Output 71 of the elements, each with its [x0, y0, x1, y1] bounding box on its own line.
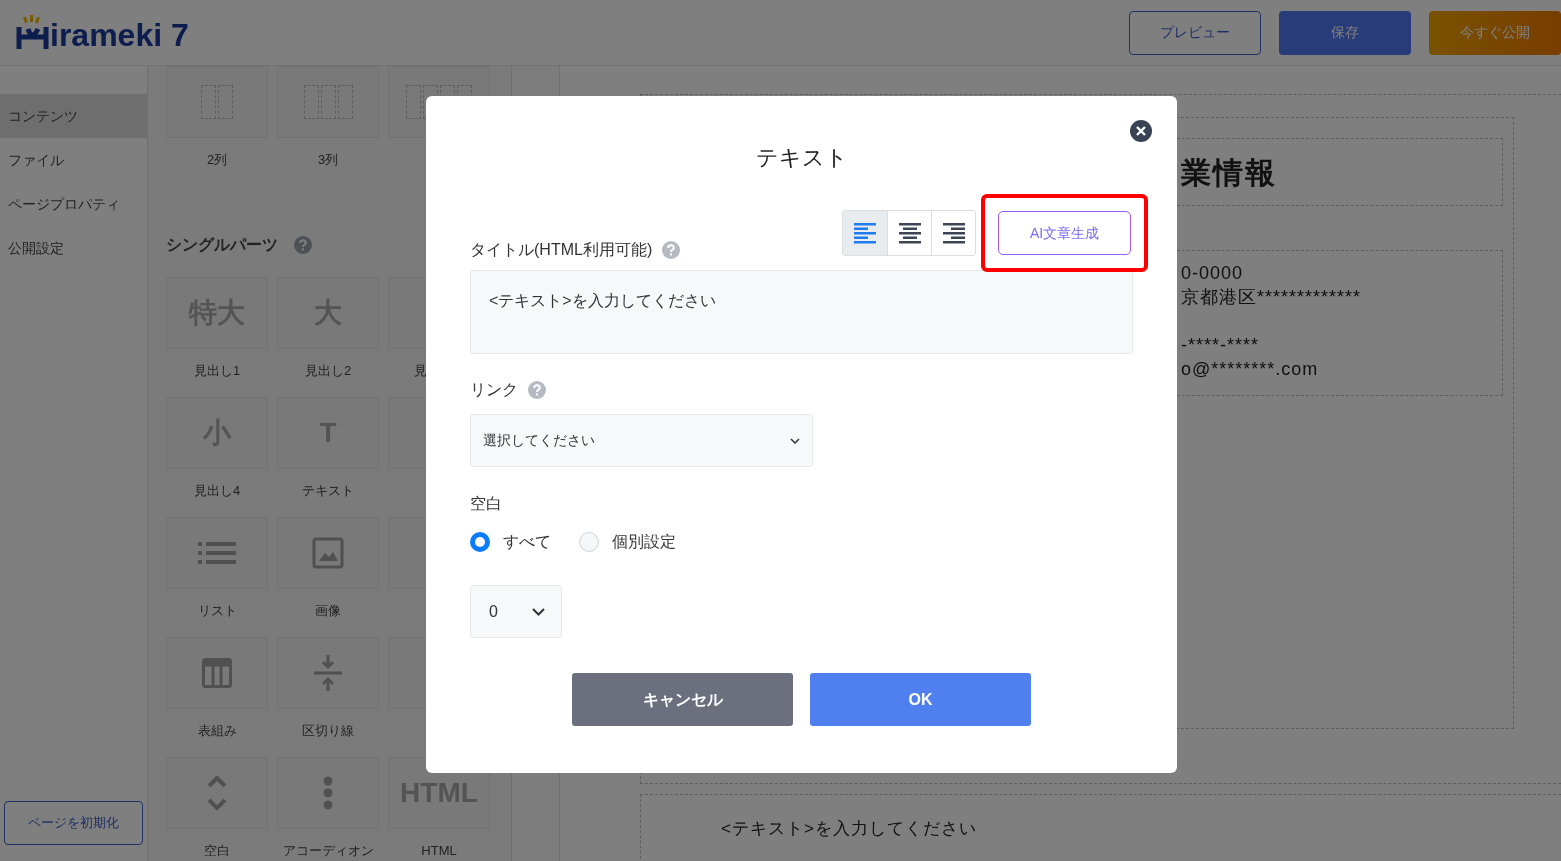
help-icon[interactable] — [528, 381, 546, 399]
field-label: リンク — [470, 380, 518, 400]
chevron-down-icon — [790, 437, 800, 444]
sidebar-item[interactable]: コンテンツ — [0, 94, 147, 138]
chevron-down-icon — [532, 607, 545, 616]
column-layout-icon — [201, 85, 233, 119]
cancel-button[interactable]: キャンセル — [572, 673, 793, 726]
layout-tile[interactable] — [166, 66, 268, 138]
tile-label: テキスト — [302, 481, 354, 500]
part-tile[interactable] — [277, 756, 379, 829]
tile-label: 2列 — [206, 151, 228, 169]
align-left-icon — [854, 222, 876, 244]
contact-line: o@********.com — [1181, 358, 1320, 381]
column-layout-icon — [303, 85, 353, 119]
radio-label: 個別設定 — [612, 532, 676, 552]
select-value: 0 — [489, 601, 498, 622]
dialog-title: テキスト — [754, 144, 849, 172]
header-button[interactable]: プレビュー — [1129, 10, 1261, 55]
tile-label: HTML — [421, 841, 457, 860]
close-icon — [1136, 126, 1146, 136]
tile-label: 表組み — [197, 721, 237, 740]
header-button[interactable]: 保存 — [1279, 10, 1411, 55]
tile-label: 見出し2 — [304, 361, 352, 380]
align-center-icon — [898, 222, 921, 244]
align-button[interactable] — [931, 211, 975, 255]
list-icon — [198, 541, 236, 564]
radio-button[interactable] — [470, 532, 490, 552]
field-label: 空白 — [470, 494, 503, 514]
text-block-text: <テキスト>を入力してください — [721, 818, 977, 841]
part-tile[interactable] — [277, 636, 379, 709]
tile-label: 見出し1 — [193, 361, 241, 380]
align-right-icon — [942, 222, 965, 244]
logo-mark-icon — [16, 14, 50, 51]
link-select[interactable]: 選択してください — [470, 414, 813, 467]
layout-tile[interactable] — [277, 66, 379, 138]
contact-line: -****-**** — [1181, 334, 1261, 357]
address-line: 0-0000 — [1181, 262, 1245, 285]
tile-label: アコーディオン — [282, 841, 374, 860]
tile-label: 区切り線 — [302, 721, 354, 740]
title-input[interactable]: <テキスト>を入力してください — [470, 270, 1133, 354]
tile-label: 画像 — [315, 601, 341, 620]
part-tile[interactable] — [277, 516, 379, 589]
table-icon — [202, 657, 232, 688]
reset-page-button[interactable]: ページを初期化 — [4, 801, 143, 845]
logo[interactable]: irameki 7 — [16, 14, 189, 51]
divider-icon — [314, 654, 342, 691]
part-tile[interactable] — [166, 516, 268, 589]
select-value: 選択してください — [483, 431, 595, 450]
close-button[interactable] — [1130, 120, 1152, 142]
image-icon — [312, 536, 344, 569]
ok-button[interactable]: OK — [810, 673, 1031, 726]
radio-label: すべて — [503, 532, 551, 552]
tile-label: 3列 — [317, 151, 339, 169]
up-down-chevron-icon — [206, 774, 228, 811]
help-icon[interactable] — [294, 235, 312, 254]
header-button[interactable]: 今すぐ公開 — [1429, 10, 1561, 55]
field-label: タイトル(HTML利用可能) — [470, 240, 653, 260]
address-line: 京都港区************* — [1181, 286, 1363, 309]
help-icon[interactable] — [662, 241, 681, 259]
part-tile[interactable] — [166, 636, 268, 709]
section-title: シングルパーツ — [166, 234, 278, 255]
logo-text: irameki 7 — [50, 18, 189, 51]
ai-generate-button[interactable]: AI文章生成 — [998, 211, 1131, 255]
part-tile[interactable] — [166, 756, 268, 829]
tile-label: リスト — [197, 601, 237, 620]
spacing-select[interactable]: 0 — [470, 585, 562, 638]
tile-label: 見 — [414, 361, 427, 380]
vertical-dots-icon — [323, 775, 333, 810]
tile-label: 見出し4 — [193, 481, 241, 500]
heading-text: 業情報 — [1181, 154, 1277, 191]
tile-label: 空白 — [204, 841, 230, 860]
